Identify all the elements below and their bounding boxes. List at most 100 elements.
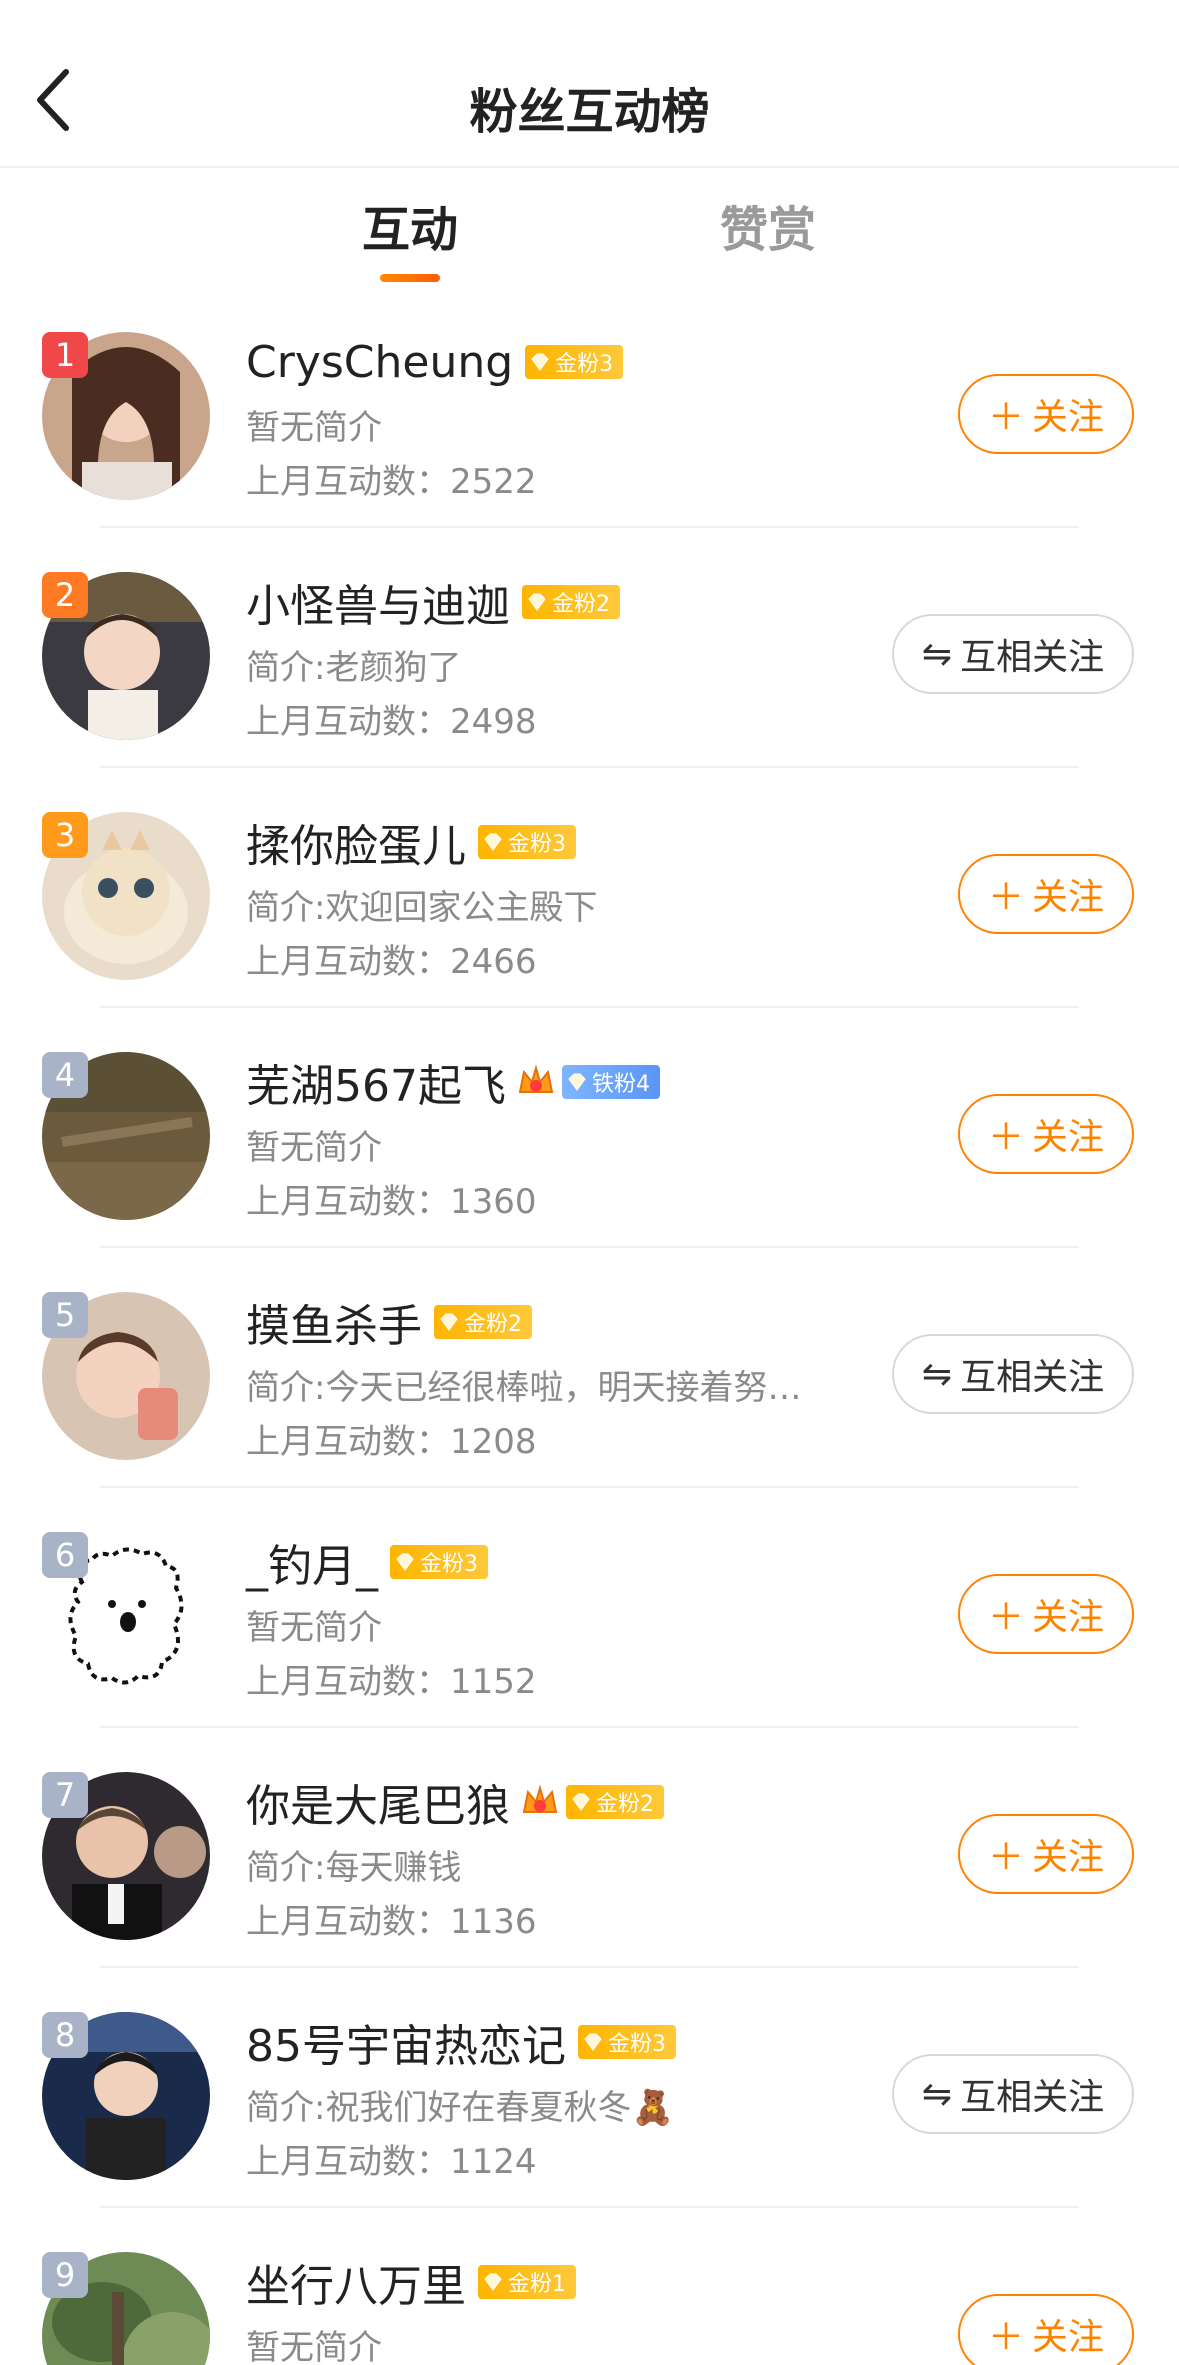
interaction-count-label: 上月互动数： [246,2142,450,2182]
plus-icon: ＋ [987,1597,1024,1638]
follow-button-label: 关注 [1032,1597,1105,1638]
rank-badge: 2 [42,572,88,618]
follow-button[interactable]: ＋关注 [958,374,1134,454]
mutual-follow-button[interactable]: ⇋ 互相关注 [892,614,1134,694]
fan-intro: 简介:每天赚钱 [246,1848,462,1888]
tab-reward[interactable]: 赞赏 [668,190,868,260]
mutual-arrows-icon: ⇋ [921,1353,953,1395]
mutual-follow-button[interactable]: ⇋ 互相关注 [892,2054,1134,2134]
follow-button-label: 关注 [1032,1117,1105,1158]
fan-level-badge: 金粉3 [578,2025,676,2059]
interaction-count: 上月互动数：1360 [246,1174,537,1223]
interaction-count: 上月互动数：1152 [246,1654,537,1703]
name-line: _钓月_ 金粉3 [246,1532,488,1592]
gem-icon [440,1313,458,1331]
fan-level-text: 铁粉4 [591,1072,650,1097]
interaction-count-value: 1136 [450,1902,537,1942]
interaction-count: 上月互动数：2522 [246,454,537,503]
crown-icon [522,1784,558,1813]
crown-icon [518,1064,554,1093]
interaction-count: 上月互动数：1136 [246,1894,537,1943]
interaction-count-value: 1208 [450,1422,537,1462]
rank-badge: 1 [42,332,88,378]
fan-row[interactable]: 5 摸鱼杀手 金粉2 简介:今天已经很棒啦，明天接着努… 上月互动数：1208 … [0,1248,1179,1488]
page-title: 粉丝互动榜 [469,84,710,140]
rank-badge: 9 [42,2252,88,2298]
active-tab-indicator [380,274,440,282]
follow-button[interactable]: ＋关注 [958,2294,1134,2365]
fan-row[interactable]: 3 揉你脸蛋儿 金粉3 简介:欢迎回家公主殿下 上月互动数：2466 ＋关注 [0,768,1179,1008]
fan-level-text: 金粉1 [508,2272,566,2297]
fan-name[interactable]: 芜湖567起飞 [246,1050,506,1114]
fan-row[interactable]: 9 坐行八万里 金粉1 暂无简介 上月互动数： ＋关注 [0,2208,1179,2365]
interaction-count-label: 上月互动数： [246,1662,450,1702]
fan-name[interactable]: 揉你脸蛋儿 [246,810,466,874]
fan-name[interactable]: 小怪兽与迪迦 [246,570,510,634]
gem-icon [396,1553,414,1571]
interaction-count-value: 2498 [450,702,537,742]
name-line: 揉你脸蛋儿 金粉3 [246,812,576,872]
follow-button-label: 关注 [1032,397,1105,438]
fan-level-text: 金粉3 [555,352,614,377]
fan-intro: 简介:欢迎回家公主殿下 [246,888,598,928]
gem-icon [484,833,502,851]
gem-icon [484,2273,502,2291]
interaction-count: 上月互动数：1124 [246,2134,537,2183]
interaction-count-label: 上月互动数： [246,1182,450,1222]
interaction-count-label: 上月互动数： [246,1902,450,1942]
fan-name[interactable]: 你是大尾巴狼 [246,1770,510,1834]
plus-icon: ＋ [987,1117,1024,1158]
interaction-count: 上月互动数：1208 [246,1414,537,1463]
follow-button[interactable]: ＋关注 [958,854,1134,934]
fan-row[interactable]: 1 CrysCheung 金粉3 暂无简介 上月互动数：2522 ＋关注 [0,288,1179,528]
fan-intro: 简介:祝我们好在春夏秋冬🧸 [246,2088,674,2128]
fan-level-badge: 金粉1 [478,2265,576,2299]
fan-name[interactable]: 坐行八万里 [246,2250,466,2314]
gem-icon [531,353,549,371]
plus-icon: ＋ [987,1837,1024,1878]
fan-row[interactable]: 4 芜湖567起飞 铁粉4 暂无简介 上月互动数：1360 ＋关注 [0,1008,1179,1248]
gem-icon [572,1793,590,1811]
navigation-bar: 粉丝互动榜 [0,0,1179,168]
interaction-count-value: 1360 [450,1182,537,1222]
fan-level-text: 金粉3 [508,832,566,857]
fan-row[interactable]: 6 _钓月_ 金粉3 暂无简介 上月互动数：1152 ＋关注 [0,1488,1179,1728]
mutual-follow-button-label: 互相关注 [960,1357,1105,1398]
mutual-arrows-icon: ⇋ [921,2073,953,2115]
tab-interaction[interactable]: 互动 [310,190,510,260]
rank-badge: 3 [42,812,88,858]
fan-level-text: 金粉3 [608,2032,666,2057]
plus-icon: ＋ [987,877,1024,918]
name-line: 摸鱼杀手 金粉2 [246,1292,532,1352]
fan-row[interactable]: 7 你是大尾巴狼 金粉2 简介:每天赚钱 上月互动数：1136 ＋关注 [0,1728,1179,1968]
mutual-arrows-icon: ⇋ [921,633,953,675]
interaction-count: 上月互动数：2498 [246,694,537,743]
fan-row[interactable]: 2 小怪兽与迪迦 金粉2 简介:老颜狗了 上月互动数：2498 ⇋ 互相关注 [0,528,1179,768]
fan-intro: 简介:今天已经很棒啦，明天接着努… [246,1368,802,1408]
fan-level-badge: 金粉2 [434,1305,532,1339]
follow-button-label: 关注 [1032,2317,1105,2358]
fan-level-text: 金粉2 [596,1792,654,1817]
interaction-count-label: 上月互动数： [246,702,450,742]
fan-intro: 简介:老颜狗了 [246,648,462,688]
fan-name[interactable]: _钓月_ [246,1530,378,1594]
fan-intro: 暂无简介 [246,408,382,448]
fan-name[interactable]: 85号宇宙热恋记 [246,2010,566,2074]
interaction-count-value: 1152 [450,1662,537,1702]
fan-intro: 暂无简介 [246,1608,382,1648]
interaction-count-label: 上月互动数： [246,1422,450,1462]
rank-badge: 4 [42,1052,88,1098]
gem-icon [584,2033,602,2051]
rank-badge: 7 [42,1772,88,1818]
follow-button[interactable]: ＋关注 [958,1094,1134,1174]
follow-button[interactable]: ＋关注 [958,1574,1134,1654]
fan-name[interactable]: 摸鱼杀手 [246,1290,422,1354]
fan-intro: 暂无简介 [246,2328,382,2365]
fan-row[interactable]: 8 85号宇宙热恋记 金粉3 简介:祝我们好在春夏秋冬🧸 上月互动数：1124 … [0,1968,1179,2208]
rank-badge: 6 [42,1532,88,1578]
fan-name[interactable]: CrysCheung [246,337,513,388]
rank-badge: 5 [42,1292,88,1338]
mutual-follow-button[interactable]: ⇋ 互相关注 [892,1334,1134,1414]
follow-button[interactable]: ＋关注 [958,1814,1134,1894]
fan-level-badge: 铁粉4 [561,1065,660,1099]
